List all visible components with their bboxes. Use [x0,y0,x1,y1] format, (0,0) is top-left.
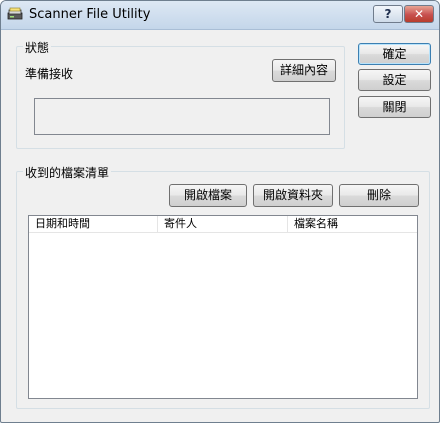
received-files-list[interactable]: 日期和時間 寄件人 檔案名稱 [28,215,418,399]
close-icon: ✕ [413,7,425,21]
column-header-datetime[interactable]: 日期和時間 [29,216,158,232]
scanner-icon [7,7,23,20]
help-icon: ? [384,7,392,21]
app-window: Scanner File Utility ? ✕ 狀態 準備接收 詳細內容 確定… [0,0,440,423]
ok-button[interactable]: 確定 [358,43,431,65]
details-button[interactable]: 詳細內容 [272,59,336,82]
column-header-sender[interactable]: 寄件人 [158,216,288,232]
delete-button[interactable]: 刪除 [339,184,419,207]
column-header-filename[interactable]: 檔案名稱 [288,216,417,232]
help-button[interactable]: ? [373,5,403,23]
received-files-group-label: 收到的檔案清單 [23,164,112,181]
window-title: Scanner File Utility [29,7,151,22]
open-folder-button[interactable]: 開啟資料夾 [253,184,333,207]
status-group-label: 狀態 [23,39,52,56]
status-text: 準備接收 [25,67,74,81]
status-detail-box [34,98,330,135]
close-window-button[interactable]: ✕ [404,5,434,23]
settings-button[interactable]: 設定 [358,69,431,91]
list-header: 日期和時間 寄件人 檔案名稱 [29,216,417,233]
open-file-button[interactable]: 開啟檔案 [169,184,247,207]
close-button[interactable]: 關閉 [358,96,431,118]
title-bar[interactable]: Scanner File Utility ? ✕ [1,1,439,30]
